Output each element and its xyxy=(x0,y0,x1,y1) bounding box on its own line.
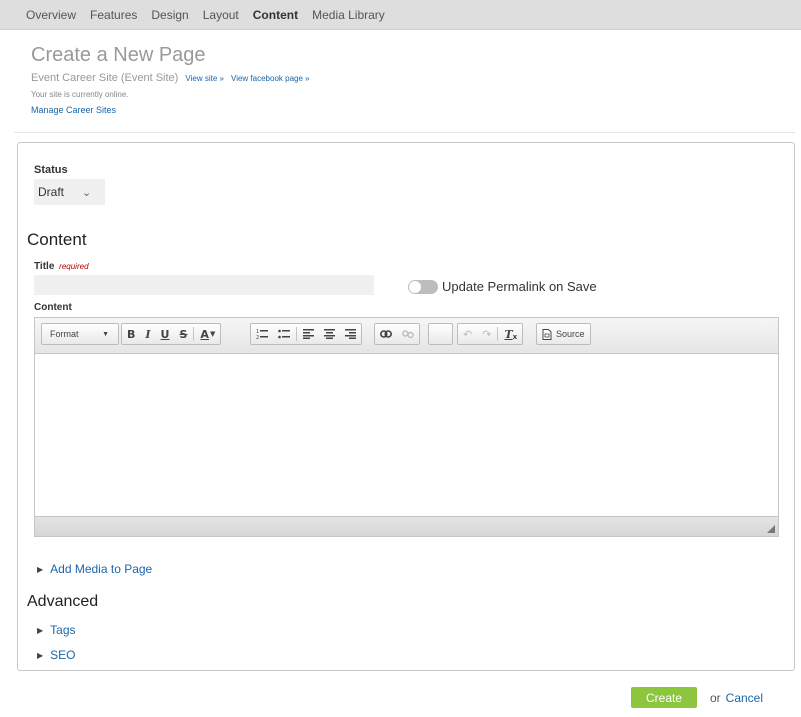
view-site-link[interactable]: View site » xyxy=(185,74,224,83)
create-button[interactable]: Create xyxy=(631,687,697,708)
source-label: Source xyxy=(556,329,585,339)
title-input[interactable] xyxy=(34,275,374,295)
align-center-icon[interactable] xyxy=(319,324,340,344)
format-label: Format xyxy=(50,329,79,339)
triangle-right-icon: ▶ xyxy=(37,626,44,635)
editor-content-area[interactable] xyxy=(35,354,778,516)
strikethrough-button[interactable]: S xyxy=(174,324,192,344)
format-dropdown[interactable]: Format ▼ xyxy=(42,324,118,344)
site-info: Event Career Site (Event Site) View site… xyxy=(31,71,310,86)
online-status: Your site is currently online. xyxy=(31,90,129,99)
advanced-heading: Advanced xyxy=(27,593,99,610)
chevron-down-icon: ⌄ xyxy=(82,186,92,199)
title-label: Title required xyxy=(34,261,89,272)
source-button[interactable]: Source xyxy=(537,324,590,344)
editor-toolbar: Format ▼ B I U S A ▼ 12 ↶ ↷ T x Source xyxy=(35,318,778,354)
italic-button[interactable]: I xyxy=(140,324,155,344)
resize-handle-icon[interactable] xyxy=(767,525,775,533)
content-field-label: Content xyxy=(34,302,72,313)
seo-label: SEO xyxy=(50,648,76,662)
redo-icon[interactable]: ↷ xyxy=(477,324,496,344)
or-text: or xyxy=(710,690,721,705)
numbered-list-icon[interactable]: 12 xyxy=(251,324,273,344)
bulleted-list-icon[interactable] xyxy=(273,324,295,344)
empty-toolbar-group xyxy=(428,323,453,345)
tags-toggle[interactable]: ▶ Tags xyxy=(37,623,76,637)
nav-design[interactable]: Design xyxy=(151,8,188,22)
toggle-knob xyxy=(409,281,421,293)
nav-layout[interactable]: Layout xyxy=(203,8,239,22)
site-name: Event Career Site (Event Site) xyxy=(31,72,179,84)
undo-icon[interactable]: ↶ xyxy=(458,324,477,344)
add-media-toggle[interactable]: ▶ Add Media to Page xyxy=(37,562,152,576)
triangle-right-icon: ▶ xyxy=(37,651,44,660)
nav-content[interactable]: Content xyxy=(253,8,298,22)
nav-media-library[interactable]: Media Library xyxy=(312,8,385,22)
page-title: Create a New Page xyxy=(31,44,206,66)
link-group xyxy=(374,323,420,345)
seo-toggle[interactable]: ▶ SEO xyxy=(37,648,76,662)
svg-text:2: 2 xyxy=(256,335,259,340)
top-nav: Overview Features Design Layout Content … xyxy=(0,0,801,30)
caret-down-icon: ▼ xyxy=(102,330,109,338)
cancel-link[interactable]: Cancel xyxy=(726,691,763,705)
basic-styles-group: B I U S A ▼ xyxy=(121,323,222,345)
caret-down-icon: ▼ xyxy=(209,330,216,338)
toolbar-separator xyxy=(296,327,297,341)
source-group: Source xyxy=(536,323,591,345)
add-media-label: Add Media to Page xyxy=(50,562,153,576)
format-group: Format ▼ xyxy=(41,323,119,345)
text-color-letter: A xyxy=(200,327,209,341)
align-right-icon[interactable] xyxy=(340,324,361,344)
triangle-right-icon: ▶ xyxy=(37,565,44,574)
nav-features[interactable]: Features xyxy=(90,8,137,22)
bold-button[interactable]: B xyxy=(122,324,140,344)
update-permalink-label: Update Permalink on Save xyxy=(442,279,597,294)
status-value: Draft xyxy=(38,185,65,199)
required-indicator: required xyxy=(59,262,89,271)
header-divider xyxy=(14,132,795,133)
toolbar-separator xyxy=(193,327,195,341)
status-select[interactable]: Draft ⌄ xyxy=(34,179,105,205)
source-document-icon xyxy=(542,328,552,340)
text-color-button[interactable]: A ▼ xyxy=(195,324,220,344)
unlink-icon[interactable] xyxy=(397,324,419,344)
status-label: Status xyxy=(34,164,68,176)
content-heading: Content xyxy=(27,230,87,249)
form-actions: Create or Cancel xyxy=(631,687,763,708)
update-permalink-toggle[interactable] xyxy=(408,280,438,294)
editor-statusbar xyxy=(35,516,778,536)
link-icon[interactable] xyxy=(375,324,397,344)
manage-career-sites-link[interactable]: Manage Career Sites xyxy=(31,105,310,115)
page-header: Create a New Page Event Career Site (Eve… xyxy=(31,44,310,115)
list-align-group: 12 xyxy=(250,323,362,345)
align-left-icon[interactable] xyxy=(298,324,319,344)
remove-format-icon[interactable]: Tx xyxy=(499,324,522,344)
view-facebook-link[interactable]: View facebook page » xyxy=(231,74,310,83)
title-label-text: Title xyxy=(34,261,55,272)
nav-overview[interactable]: Overview xyxy=(26,8,76,22)
history-group: ↶ ↷ Tx xyxy=(457,323,524,345)
tags-label: Tags xyxy=(50,623,76,637)
create-page-panel: Status Draft ⌄ Content Title required Up… xyxy=(17,142,795,671)
toolbar-separator xyxy=(497,327,499,341)
underline-button[interactable]: U xyxy=(156,324,175,344)
rich-text-editor: Format ▼ B I U S A ▼ 12 ↶ ↷ T x Source xyxy=(34,317,779,537)
